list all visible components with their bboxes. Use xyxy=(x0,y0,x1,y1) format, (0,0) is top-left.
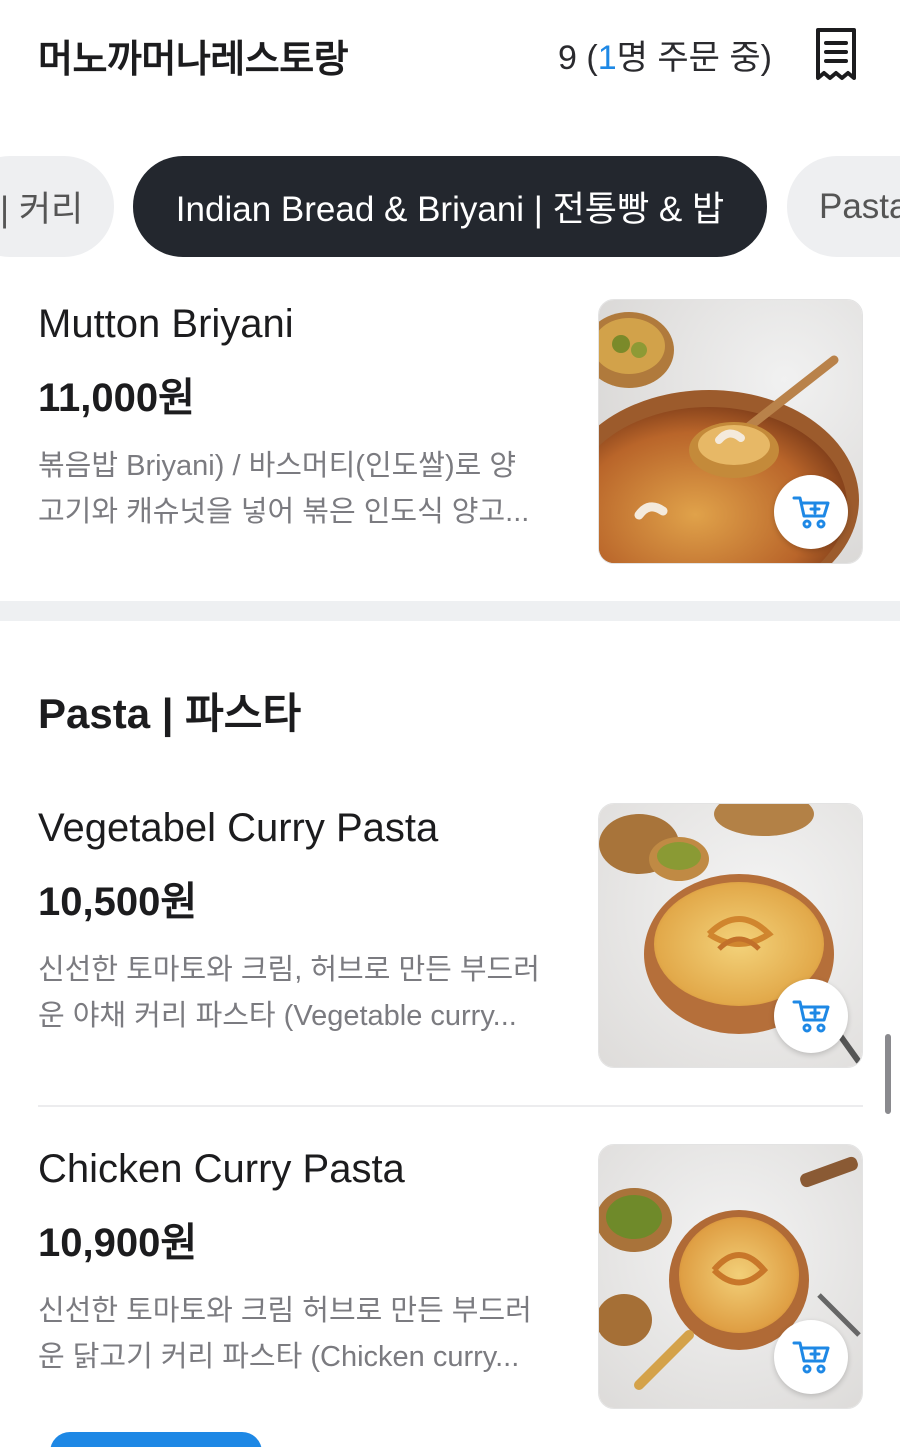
item-name: Vegetabel Curry Pasta xyxy=(38,806,439,850)
app-header: 머노까머나레스토랑 9 (1명 주문 중) xyxy=(0,0,900,110)
tab-indian-bread-briyani[interactable]: Indian Bread & Briyani | 전통빵 & 밥 xyxy=(133,156,767,257)
cart-plus-icon xyxy=(792,1341,830,1374)
item-price: 10,900원 xyxy=(38,1221,198,1265)
store-name: 머노까머나레스토랑 xyxy=(38,39,349,81)
item-name: Chicken Curry Pasta xyxy=(38,1147,405,1191)
floating-action-button[interactable] xyxy=(50,1432,262,1447)
section-title: Pasta | 파스타 xyxy=(38,690,302,737)
item-divider xyxy=(38,1105,863,1107)
receipt-icon[interactable] xyxy=(812,26,860,82)
item-description-line: 운 닭고기 커리 파스타 (Chicken curry... xyxy=(38,1341,520,1373)
item-name: Mutton Briyani xyxy=(38,302,294,346)
order-count-suffix: 명 주문 중) xyxy=(616,39,772,77)
tab-curry[interactable]: | 커리 xyxy=(0,156,114,257)
pasta-photo xyxy=(598,1144,863,1409)
order-count-prefix: 9 ( xyxy=(558,39,598,77)
order-count-accent: 1 xyxy=(597,39,617,77)
item-price: 11,000원 xyxy=(38,376,195,420)
order-status[interactable]: 9 (1명 주문 중) xyxy=(558,30,772,79)
category-tabs: | 커리 Indian Bread & Briyani | 전통빵 & 밥 Pa… xyxy=(0,156,900,258)
item-price: 10,500원 xyxy=(38,880,198,924)
item-description-line: 고기와 캐슈넛을 넣어 볶은 인도식 양고... xyxy=(38,496,530,528)
cart-plus-icon xyxy=(792,1000,830,1033)
cart-plus-icon xyxy=(792,496,830,529)
section-divider xyxy=(0,601,900,621)
item-description: 신선한 토마토와 크림, 허브로 만든 부드러 운 야채 커리 파스타 (Veg… xyxy=(38,947,568,1039)
item-description-line: 신선한 토마토와 크림, 허브로 만든 부드러 xyxy=(38,954,540,986)
add-to-cart-button[interactable] xyxy=(774,979,848,1053)
tab-pasta[interactable]: Pasta xyxy=(787,156,900,257)
scrollbar-thumb[interactable] xyxy=(885,1034,891,1114)
item-description: 신선한 토마토와 크림 허브로 만든 부드러 운 닭고기 커리 파스타 (Chi… xyxy=(38,1288,568,1380)
briyani-photo xyxy=(598,299,863,564)
item-description-line: 운 야채 커리 파스타 (Vegetable curry... xyxy=(38,1000,517,1032)
add-to-cart-button[interactable] xyxy=(774,475,848,549)
pasta-photo xyxy=(598,803,863,1068)
item-description-line: 볶음밥 Briyani) / 바스머티(인도쌀)로 양 xyxy=(38,450,517,482)
add-to-cart-button[interactable] xyxy=(774,1320,848,1394)
item-description: 볶음밥 Briyani) / 바스머티(인도쌀)로 양 고기와 캐슈넛을 넣어 … xyxy=(38,443,568,535)
item-description-line: 신선한 토마토와 크림 허브로 만든 부드러 xyxy=(38,1295,532,1327)
